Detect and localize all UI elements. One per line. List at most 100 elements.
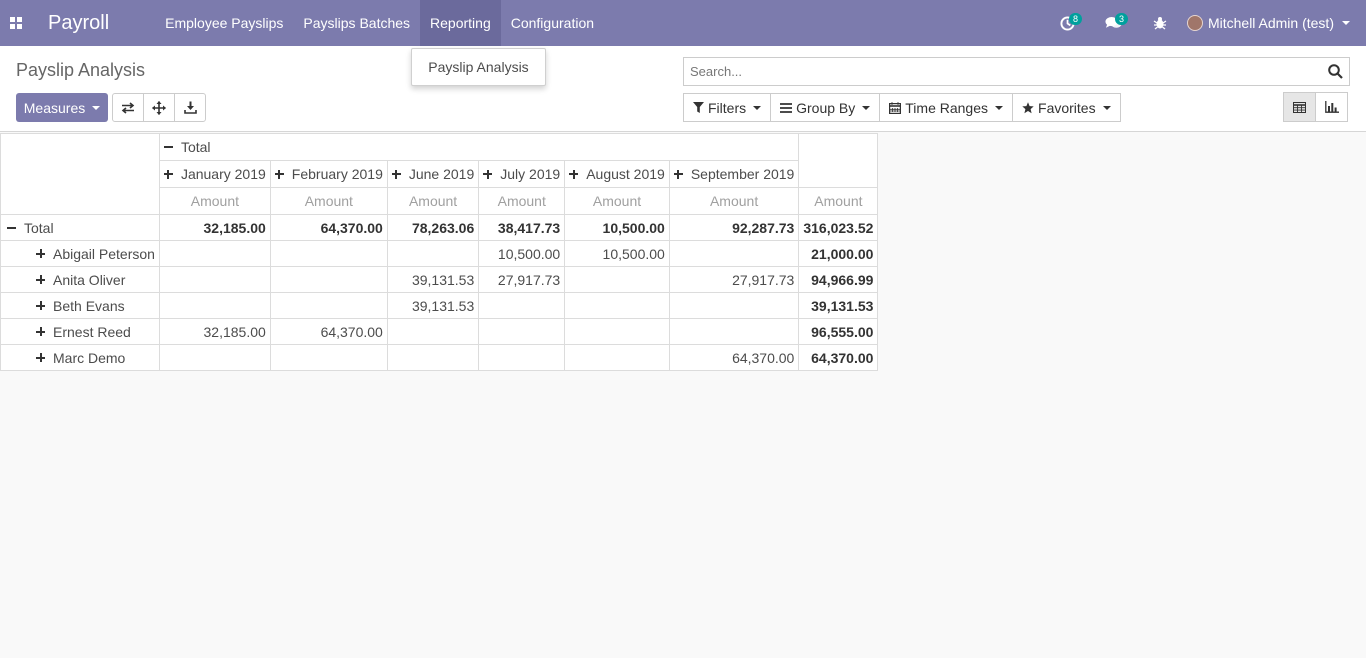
search-input[interactable] (684, 58, 1314, 85)
page-title: Payslip Analysis (16, 60, 146, 80)
cell-value[interactable] (478, 292, 566, 319)
measure-header[interactable]: Amount (564, 187, 670, 215)
cell-total[interactable]: 316,023.52 (798, 214, 879, 241)
cell-value[interactable] (668, 240, 800, 267)
cell-value[interactable]: 10,500.00 (564, 240, 670, 267)
cell-value[interactable] (269, 240, 388, 267)
col-header-month[interactable]: June 2019 (386, 160, 480, 188)
exchange-icon (121, 101, 135, 114)
cell-value[interactable]: 10,500.00 (478, 240, 566, 267)
cell-value[interactable]: 32,185.00 (158, 318, 271, 345)
cell-value[interactable] (564, 344, 670, 371)
pivot-corner (0, 133, 160, 215)
control-panel: Payslip Analysis Measures Filters Group … (0, 46, 1366, 132)
cell-value[interactable]: 64,370.00 (269, 214, 388, 241)
menu-reporting[interactable]: Reporting (420, 0, 501, 46)
cell-value[interactable] (269, 344, 388, 371)
plus-icon (36, 327, 45, 337)
time-ranges-button[interactable]: Time Ranges (879, 93, 1014, 122)
row-header-employee[interactable]: Anita Oliver (0, 266, 160, 293)
row-header-employee[interactable]: Beth Evans (0, 292, 160, 319)
cell-total[interactable]: 94,966.99 (798, 266, 879, 293)
measure-header[interactable]: Amount (798, 187, 879, 215)
download-button[interactable] (174, 93, 206, 122)
cell-value[interactable]: 92,287.73 (668, 214, 800, 241)
cell-total[interactable]: 21,000.00 (798, 240, 879, 267)
measure-header[interactable]: Amount (158, 187, 271, 215)
cell-value[interactable] (158, 266, 271, 293)
user-menu[interactable]: Mitchell Admin (test) (1186, 15, 1350, 31)
cell-value[interactable]: 64,370.00 (269, 318, 388, 345)
messages-badge: 3 (1114, 13, 1128, 25)
cell-value[interactable] (158, 240, 271, 267)
row-header-employee[interactable]: Ernest Reed (0, 318, 160, 345)
menu-configuration[interactable]: Configuration (501, 0, 604, 46)
row-header-employee[interactable]: Abigail Peterson (0, 240, 160, 267)
cell-value[interactable]: 64,370.00 (668, 344, 800, 371)
favorites-button[interactable]: Favorites (1012, 93, 1121, 122)
apps-menu-icon[interactable] (0, 0, 32, 46)
bug-icon (1153, 17, 1167, 30)
cell-value[interactable] (478, 318, 566, 345)
cell-value[interactable]: 38,417.73 (478, 214, 566, 241)
pivot-view-button[interactable] (1283, 92, 1316, 122)
cell-value[interactable]: 39,131.53 (386, 266, 480, 293)
cell-value[interactable]: 27,917.73 (668, 266, 800, 293)
group-by-button[interactable]: Group By (770, 93, 881, 122)
cell-total[interactable]: 96,555.00 (798, 318, 879, 345)
cell-total[interactable]: 64,370.00 (798, 344, 879, 371)
cell-value[interactable] (668, 292, 800, 319)
cell-value[interactable]: 27,917.73 (478, 266, 566, 293)
cell-value[interactable]: 32,185.00 (158, 214, 271, 241)
col-header-label: January 2019 (180, 166, 266, 182)
messages-button[interactable]: 3 (1091, 0, 1137, 46)
cell-value[interactable] (564, 266, 670, 293)
filters-button[interactable]: Filters (683, 93, 772, 122)
measure-header[interactable]: Amount (386, 187, 480, 215)
app-title[interactable]: Payroll (48, 12, 109, 35)
activity-button[interactable]: 8 (1045, 0, 1091, 46)
cell-value[interactable] (564, 292, 670, 319)
row-header-employee[interactable]: Marc Demo (0, 344, 160, 371)
chevron-down-icon (1342, 21, 1350, 25)
row-header-total[interactable]: Total (0, 214, 160, 241)
cell-value[interactable] (158, 292, 271, 319)
col-header-month[interactable]: September 2019 (668, 160, 800, 188)
debug-button[interactable] (1137, 0, 1183, 46)
cell-value[interactable] (269, 292, 388, 319)
cell-value[interactable]: 78,263.06 (386, 214, 480, 241)
cell-value[interactable]: 10,500.00 (564, 214, 670, 241)
measure-header[interactable]: Amount (478, 187, 566, 215)
reporting-dropdown: Payslip Analysis (411, 48, 546, 86)
menu-item-payslip-analysis[interactable]: Payslip Analysis (428, 59, 528, 75)
col-header-month[interactable]: February 2019 (269, 160, 388, 188)
search-icon[interactable] (1328, 64, 1343, 79)
cell-value[interactable] (386, 344, 480, 371)
menu-payslips-batches[interactable]: Payslips Batches (293, 0, 420, 46)
filter-icon (693, 102, 704, 113)
caret-down-icon (862, 105, 871, 110)
measure-header[interactable]: Amount (668, 187, 800, 215)
cell-value[interactable] (386, 318, 480, 345)
cell-total[interactable]: 39,131.53 (798, 292, 879, 319)
measure-header[interactable]: Amount (269, 187, 388, 215)
plus-icon (274, 169, 284, 179)
menu-employee-payslips[interactable]: Employee Payslips (155, 0, 293, 46)
col-header-month[interactable]: January 2019 (158, 160, 271, 188)
flip-axis-button[interactable] (112, 93, 144, 122)
cell-value[interactable] (386, 240, 480, 267)
cell-value[interactable] (564, 318, 670, 345)
cell-value[interactable] (269, 266, 388, 293)
cell-value[interactable]: 39,131.53 (386, 292, 480, 319)
col-header-month[interactable]: July 2019 (478, 160, 566, 188)
cell-value[interactable] (158, 344, 271, 371)
row-header-label: Total (24, 219, 54, 236)
cell-value[interactable] (478, 344, 566, 371)
cell-value[interactable] (668, 318, 800, 345)
expand-all-button[interactable] (143, 93, 175, 122)
time-ranges-label: Time Ranges (905, 99, 989, 116)
col-header-total[interactable]: Total (158, 133, 800, 161)
measures-button[interactable]: Measures (16, 93, 108, 122)
graph-view-button[interactable] (1315, 92, 1348, 122)
col-header-month[interactable]: August 2019 (564, 160, 670, 188)
